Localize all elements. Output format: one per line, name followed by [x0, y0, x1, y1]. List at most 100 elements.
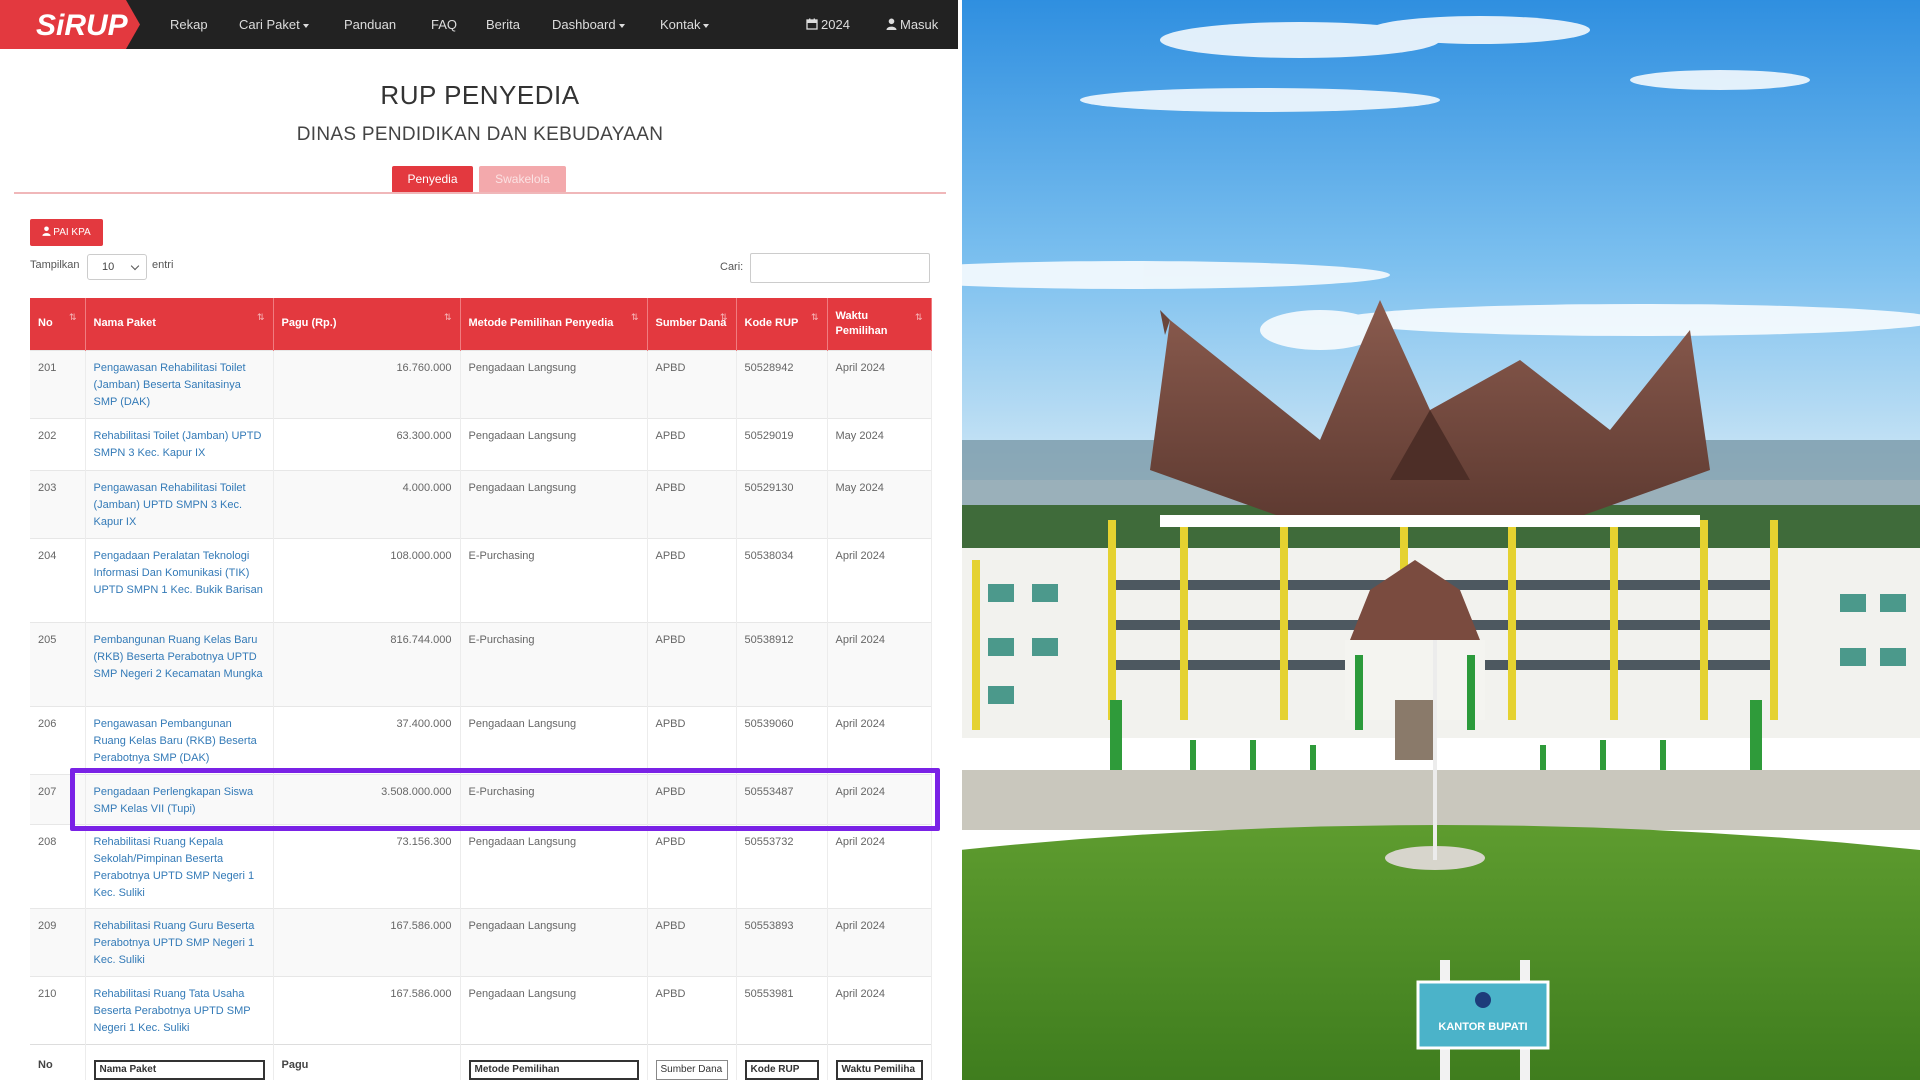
column-header-pagu[interactable]: Pagu (Rp.) ⇅ [273, 298, 461, 350]
filter-nama-paket-input[interactable]: Nama Paket [93, 1059, 265, 1080]
sort-icon: ⇅ [256, 312, 265, 322]
cell-nama-paket[interactable]: Pengadaan Perlengkapan Siswa SMP Kelas V… [85, 773, 274, 824]
table-row: 210 Rehabilitasi Ruang Tata Usaha Beserta… [30, 975, 932, 1044]
table-row: 201 Pengawasan Rehabilitasi Toilet (Jamba… [30, 349, 932, 418]
cell-waktu: April 2024 [827, 907, 932, 976]
table-row: 209 Rehabilitasi Ruang Guru Beserta Perab… [30, 907, 932, 976]
signboard-text: KANTOR BUPATI [1438, 1021, 1527, 1033]
nav-label: Kontak [660, 17, 701, 32]
chevron-down-icon [130, 261, 140, 271]
cell-nama-paket[interactable]: Pembangunan Ruang Kelas Baru (RKB) Beser… [85, 621, 274, 706]
cell-sumber-dana: APBD [647, 621, 737, 706]
cell-pagu: 167.586.000 [273, 975, 461, 1044]
cell-nama-paket[interactable]: Pengadaan Peralatan Teknologi Informasi … [85, 537, 274, 622]
cell-kode-rup: 50553893 [736, 907, 828, 976]
filter-pagu-label: Pagu [273, 1043, 461, 1080]
cell-waktu: April 2024 [827, 705, 932, 774]
cell-no: 202 [30, 417, 86, 470]
nav-login[interactable]: Masuk [886, 0, 938, 49]
nav-rekap[interactable]: Rekap [170, 0, 208, 49]
filter-kode-rup-input[interactable]: Kode RUP [744, 1059, 819, 1080]
nav-label: Panduan [344, 17, 397, 32]
cell-no: 201 [30, 349, 86, 418]
cell-pagu: 63.300.000 [273, 417, 461, 470]
cell-nama-paket[interactable]: Pengawasan Rehabilitasi Toilet (Jamban) … [85, 349, 274, 418]
column-header-label: No [38, 317, 53, 330]
nav-label: Cari Paket [239, 17, 300, 32]
column-header-label: Nama Paket [93, 317, 156, 330]
table-row: 205 Pembangunan Ruang Kelas Baru (RKB) Be… [30, 621, 932, 706]
tab-penyedia[interactable]: Penyedia [392, 166, 473, 193]
cell-sumber-dana: APBD [647, 975, 737, 1044]
nav-cari-paket[interactable]: Cari Paket [239, 0, 309, 49]
sort-icon: ⇅ [630, 312, 639, 322]
column-header-kode-rup[interactable]: Kode RUP ⇅ [736, 298, 828, 350]
year-value: 2024 [821, 17, 850, 32]
cell-kode-rup: 50538034 [736, 537, 828, 622]
cell-nama-paket[interactable]: Pengawasan Pembangunan Ruang Kelas Baru … [85, 705, 274, 774]
nav-kontak[interactable]: Kontak [660, 0, 710, 49]
cell-no: 207 [30, 773, 86, 824]
nav-panduan[interactable]: Panduan [344, 0, 396, 49]
table-row: 207 Pengadaan Perlengkapan Siswa SMP Kela… [30, 773, 932, 824]
user-icon [886, 18, 897, 30]
cell-nama-paket[interactable]: Pengawasan Rehabilitasi Toilet (Jamban) … [85, 469, 274, 538]
cell-no: 203 [30, 469, 86, 538]
cell-nama-paket[interactable]: Rehabilitasi Ruang Kepala Sekolah/Pimpin… [85, 823, 274, 908]
table-row: 204 Pengadaan Peralatan Teknologi Informa… [30, 537, 932, 622]
cell-waktu: May 2024 [827, 417, 932, 470]
cell-metode: Pengadaan Langsung [460, 469, 648, 538]
cell-waktu: April 2024 [827, 537, 932, 622]
search-input[interactable] [750, 253, 930, 283]
cell-nama-paket[interactable]: Rehabilitasi Toilet (Jamban) UPTD SMPN 3… [85, 417, 274, 470]
nav-year[interactable]: 2024 [806, 0, 850, 49]
cell-no: 206 [30, 705, 86, 774]
filter-sumber-dana-select[interactable]: Sumber Dana [655, 1059, 728, 1080]
cell-pagu: 816.744.000 [273, 621, 461, 706]
column-header-metode[interactable]: Metode Pemilihan Penyedia ⇅ [460, 298, 648, 350]
cell-metode: Pengadaan Langsung [460, 975, 648, 1044]
cell-metode: Pengadaan Langsung [460, 907, 648, 976]
entries-label: entri [152, 259, 174, 271]
cell-metode: E-Purchasing [460, 621, 648, 706]
table-header-row: No ⇅ Nama Paket ⇅ Pagu (Rp.) ⇅ Metode Pemil… [30, 298, 932, 350]
cell-kode-rup: 50529130 [736, 469, 828, 538]
nav-berita[interactable]: Berita [486, 0, 520, 49]
column-header-no[interactable]: No ⇅ [30, 298, 86, 350]
table-filter-row: No Nama Paket Pagu Metode Pemilihan Sumb… [30, 1043, 932, 1080]
column-header-nama-paket[interactable]: Nama Paket ⇅ [85, 298, 274, 350]
column-header-waktu[interactable]: Waktu Pemilihan ⇅ [827, 298, 932, 350]
cell-pagu: 16.760.000 [273, 349, 461, 418]
table-body: 201 Pengawasan Rehabilitasi Toilet (Jamba… [30, 349, 932, 1044]
cell-waktu: April 2024 [827, 349, 932, 418]
cell-no: 209 [30, 907, 86, 976]
cell-metode: Pengadaan Langsung [460, 705, 648, 774]
sort-icon: ⇅ [68, 312, 77, 322]
cell-metode: E-Purchasing [460, 773, 648, 824]
entries-per-page-select[interactable]: 10 [87, 254, 147, 280]
column-header-label: Metode Pemilihan Penyedia [468, 317, 614, 330]
cell-metode: Pengadaan Langsung [460, 349, 648, 418]
tab-swakelola[interactable]: Swakelola [479, 166, 566, 193]
entries-per-page-value: 10 [102, 261, 115, 273]
caret-down-icon [703, 23, 710, 28]
sirup-logo[interactable]: SiRUP [0, 0, 140, 49]
column-header-sumber-dana[interactable]: Sumber Dana ⇅ [647, 298, 737, 350]
cell-sumber-dana: APBD [647, 705, 737, 774]
cell-nama-paket[interactable]: Rehabilitasi Ruang Tata Usaha Beserta Pe… [85, 975, 274, 1044]
filter-metode-input[interactable]: Metode Pemilihan [468, 1059, 639, 1080]
nav-faq[interactable]: FAQ [431, 0, 457, 49]
nav-dashboard[interactable]: Dashboard [552, 0, 625, 49]
cell-no: 204 [30, 537, 86, 622]
column-header-label: Kode RUP [744, 317, 799, 330]
pa-kpa-button[interactable]: PAI KPA [30, 219, 103, 246]
show-entries-label: Tampilkan [30, 259, 80, 271]
filter-waktu-input[interactable]: Waktu Pemiliha [835, 1059, 923, 1080]
column-header-label: Pagu (Rp.) [281, 317, 337, 330]
sort-icon: ⇅ [914, 312, 923, 322]
cell-metode: E-Purchasing [460, 537, 648, 622]
table-row: 208 Rehabilitasi Ruang Kepala Sekolah/Pim… [30, 823, 932, 908]
cell-sumber-dana: APBD [647, 537, 737, 622]
cell-nama-paket[interactable]: Rehabilitasi Ruang Guru Beserta Perabotn… [85, 907, 274, 976]
filter-no-label: No [30, 1043, 86, 1080]
